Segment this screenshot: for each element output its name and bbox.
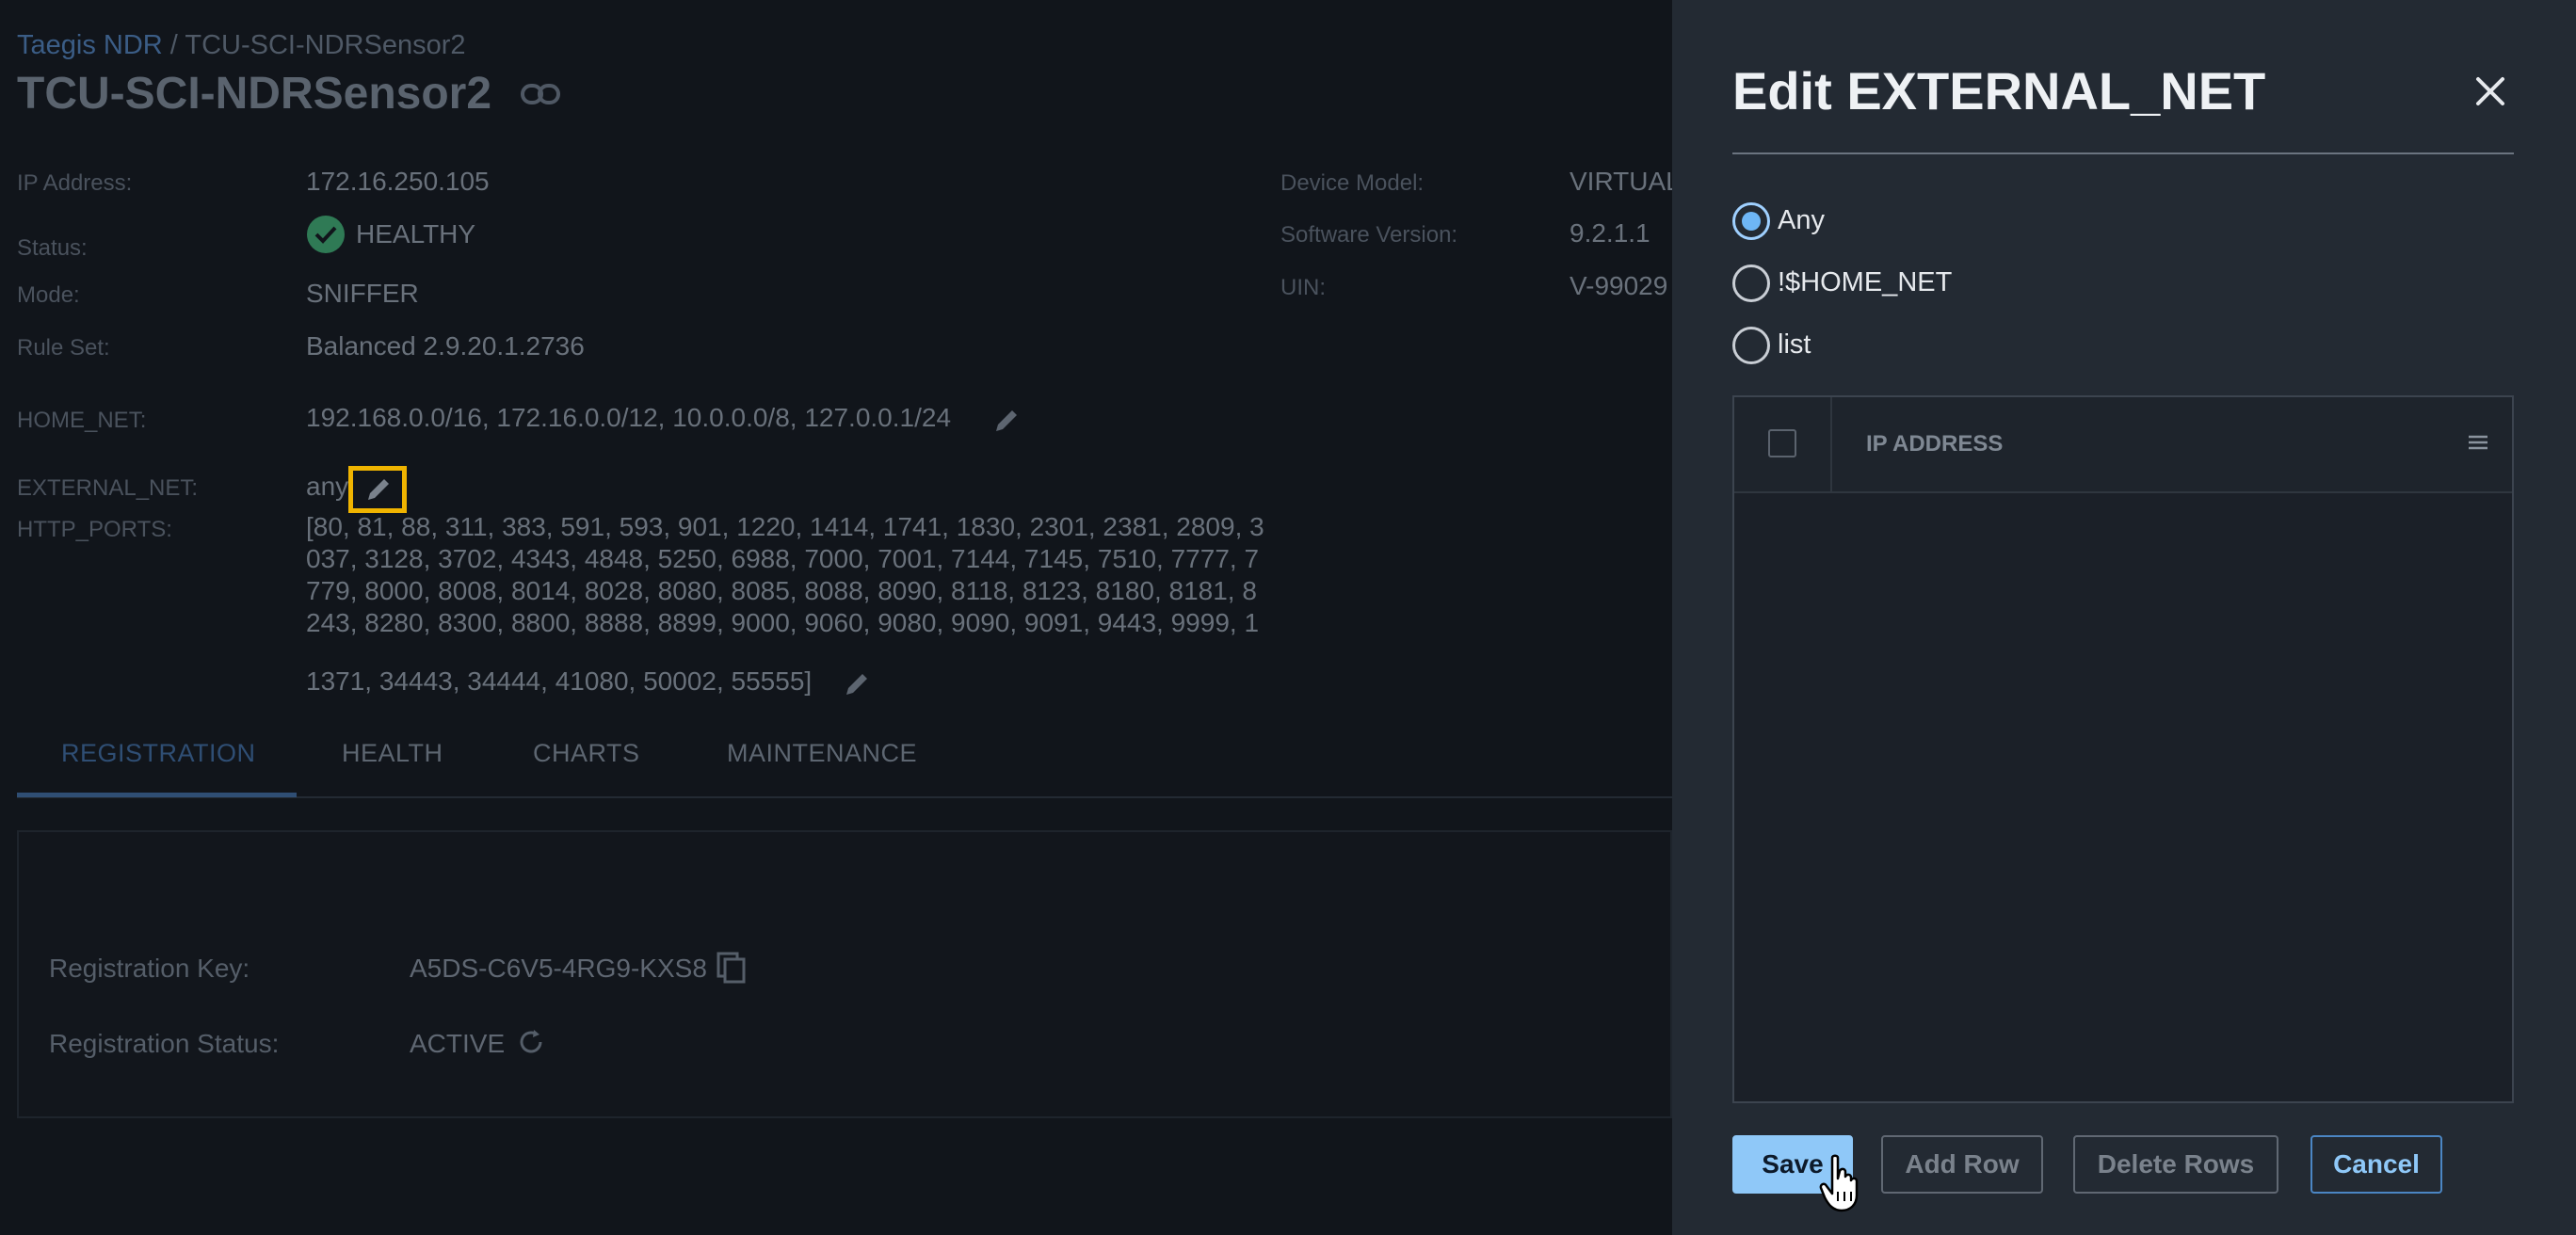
delete-rows-button[interactable]: Delete Rows xyxy=(2073,1135,2278,1194)
uin-label: UIN: xyxy=(1280,275,1326,300)
breadcrumb-current: TCU-SCI-NDRSensor2 xyxy=(185,30,466,60)
http-ports-tail: 1371, 34443, 34444, 41080, 50002, 55555] xyxy=(306,666,813,696)
grid-column-separator xyxy=(1830,397,1832,491)
radio-any[interactable] xyxy=(1732,202,1770,240)
external-net-value: any xyxy=(306,472,349,501)
radio-list[interactable] xyxy=(1732,327,1770,364)
pencil-icon[interactable] xyxy=(990,405,1022,437)
page-title: TCU-SCI-NDRSensor2 xyxy=(17,69,492,119)
copy-icon[interactable] xyxy=(716,951,748,985)
registration-status-label: Registration Status: xyxy=(49,1029,280,1058)
tab-active-indicator xyxy=(17,793,297,797)
refresh-icon[interactable] xyxy=(516,1027,546,1057)
home-net-value: 192.168.0.0/16, 172.16.0.0/12, 10.0.0.0/… xyxy=(306,403,952,432)
software-version-label: Software Version: xyxy=(1280,222,1458,248)
home-net-label: HOME_NET: xyxy=(17,408,147,433)
column-menu-icon[interactable] xyxy=(2467,433,2489,452)
mode-label: Mode: xyxy=(17,282,80,308)
link-icon[interactable] xyxy=(520,81,561,107)
pencil-icon[interactable] xyxy=(362,473,394,505)
select-all-checkbox[interactable] xyxy=(1768,429,1796,457)
tab-charts[interactable]: CHARTS xyxy=(533,739,640,768)
add-row-button[interactable]: Add Row xyxy=(1881,1135,2043,1194)
uin-value: V-99029 xyxy=(1570,271,1668,300)
ip-address-grid: IP ADDRESS xyxy=(1732,395,2514,1103)
radio-not-home-net[interactable] xyxy=(1732,265,1770,302)
modal-title: Edit EXTERNAL_NET xyxy=(1732,61,2266,120)
registration-key-label: Registration Key: xyxy=(49,954,250,983)
status-label: Status: xyxy=(17,235,88,261)
device-model-label: Device Model: xyxy=(1280,170,1425,196)
radio-any-label[interactable]: Any xyxy=(1778,205,1825,236)
modal-divider xyxy=(1732,152,2514,154)
tab-maintenance[interactable]: MAINTENANCE xyxy=(727,739,917,768)
cancel-button[interactable]: Cancel xyxy=(2310,1135,2442,1194)
ip-address-label: IP Address: xyxy=(17,170,133,196)
breadcrumb: Taegis NDR / TCU-SCI-NDRSensor2 xyxy=(17,30,466,61)
radio-not-home-net-label[interactable]: !$HOME_NET xyxy=(1778,267,1952,298)
grid-column-ip-address[interactable]: IP ADDRESS xyxy=(1866,431,2003,457)
radio-list-label[interactable]: list xyxy=(1778,329,1811,361)
ruleset-value: Balanced 2.9.20.1.2736 xyxy=(306,331,585,361)
mode-value: SNIFFER xyxy=(306,279,419,308)
edit-external-net-modal: Edit EXTERNAL_NET Any !$HOME_NET list IP… xyxy=(1672,0,2576,1235)
registration-panel xyxy=(17,830,1672,1118)
pencil-icon[interactable] xyxy=(841,668,873,700)
software-version-value: 9.2.1.1 xyxy=(1570,218,1650,248)
device-model-value: VIRTUAL xyxy=(1570,167,1681,196)
check-circle-icon xyxy=(307,216,345,253)
ruleset-label: Rule Set: xyxy=(17,335,110,361)
hand-cursor-icon xyxy=(1819,1154,1859,1212)
breadcrumb-separator: / xyxy=(169,30,178,60)
status-value: HEALTHY xyxy=(356,219,476,249)
close-icon[interactable] xyxy=(2467,68,2514,115)
breadcrumb-root-link[interactable]: Taegis NDR xyxy=(17,30,163,60)
http-ports-value: [80, 81, 88, 311, 383, 591, 593, 901, 12… xyxy=(306,512,1264,637)
tab-registration[interactable]: REGISTRATION xyxy=(61,739,256,768)
http-ports-label: HTTP_PORTS: xyxy=(17,517,172,542)
ip-address-value: 172.16.250.105 xyxy=(306,167,490,196)
registration-key-value: A5DS-C6V5-4RG9-KXS8 xyxy=(410,954,707,983)
external-net-label: EXTERNAL_NET: xyxy=(17,475,199,501)
registration-status-value: ACTIVE xyxy=(410,1029,506,1058)
grid-header: IP ADDRESS xyxy=(1734,397,2512,493)
tab-health[interactable]: HEALTH xyxy=(342,739,443,768)
